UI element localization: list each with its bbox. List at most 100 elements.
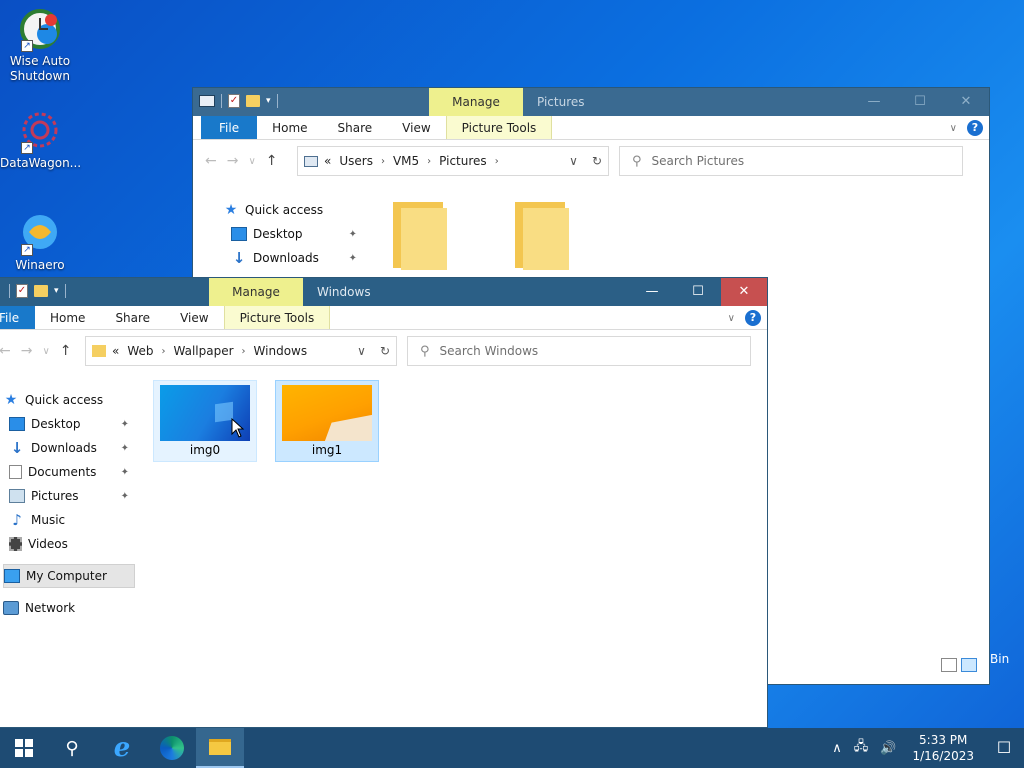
nav-quick-access[interactable]: ★ Quick access — [3, 388, 135, 412]
nav-pictures[interactable]: Pictures ✦ — [3, 484, 135, 508]
properties-icon[interactable] — [199, 95, 215, 107]
checkmark-icon[interactable]: ✓ — [228, 94, 240, 108]
tab-view[interactable]: View — [387, 116, 445, 139]
taskbar-edge[interactable] — [148, 728, 196, 768]
expand-ribbon-chevron-icon[interactable]: ∨ — [950, 123, 957, 134]
recent-locations-button[interactable]: ∨ — [248, 156, 255, 167]
breadcrumb-separator[interactable]: › — [427, 156, 431, 167]
pin-icon[interactable]: ✦ — [121, 419, 129, 430]
tab-share[interactable]: Share — [100, 306, 165, 329]
breadcrumb-overflow[interactable]: « — [112, 344, 119, 358]
maximize-button[interactable]: ☐ — [675, 278, 721, 306]
desktop-icon-wise-auto-shutdown[interactable]: ↗ Wise Auto Shutdown — [0, 6, 80, 84]
minimize-button[interactable]: — — [851, 88, 897, 116]
tab-home[interactable]: Home — [35, 306, 100, 329]
breadcrumb-separator[interactable]: › — [381, 156, 385, 167]
manage-context-tab[interactable]: Manage — [429, 88, 523, 116]
tab-picture-tools[interactable]: Picture Tools — [223, 306, 331, 329]
title-bar[interactable]: ✓ ▾ Manage Windows — ☐ ✕ — [0, 278, 767, 306]
manage-context-tab[interactable]: Manage — [209, 278, 303, 306]
nav-music[interactable]: ♪ Music — [3, 508, 135, 532]
breadcrumb-pictures[interactable]: Pictures — [439, 154, 487, 168]
breadcrumb-overflow[interactable]: « — [324, 154, 331, 168]
desktop-icon-winaero[interactable]: ↗ Winaero — [0, 210, 80, 273]
address-bar[interactable]: « Web › Wallpaper › Windows ∨ ↻ — [85, 336, 397, 366]
back-button[interactable]: ← — [205, 153, 217, 169]
address-bar[interactable]: « Users › VM5 › Pictures › ∨ ↻ — [297, 146, 609, 176]
maximize-button[interactable]: ☐ — [897, 88, 943, 116]
nav-desktop[interactable]: Desktop ✦ — [223, 222, 363, 246]
nav-my-computer[interactable]: My Computer — [3, 564, 135, 588]
film-strip-icon — [9, 537, 22, 551]
breadcrumb-separator[interactable]: › — [242, 346, 246, 357]
clock[interactable]: 5:33 PM 1/16/2023 — [912, 732, 974, 764]
minimize-button[interactable]: — — [629, 278, 675, 306]
up-button[interactable]: ↑ — [266, 153, 278, 169]
pin-icon[interactable]: ✦ — [121, 491, 129, 502]
tab-file[interactable]: File — [201, 116, 258, 139]
desktop-icon-datawagon[interactable]: ↗ DataWagon... — [0, 108, 81, 171]
file-item-img1[interactable]: img1 — [275, 380, 379, 462]
new-folder-icon[interactable] — [246, 95, 260, 107]
details-view-icon[interactable] — [941, 658, 957, 672]
nav-documents[interactable]: Documents ✦ — [3, 460, 135, 484]
title-bar[interactable]: ✓ ▾ Manage Pictures — ☐ ✕ — [193, 88, 989, 116]
nav-videos[interactable]: Videos — [3, 532, 135, 556]
tab-picture-tools[interactable]: Picture Tools — [445, 116, 553, 139]
search-box[interactable]: ⚲ Search Windows — [407, 336, 751, 366]
folder-icon[interactable] — [393, 202, 449, 272]
search-button[interactable]: ⚲ — [48, 728, 96, 768]
address-dropdown-icon[interactable]: ∨ — [357, 344, 366, 358]
address-dropdown-icon[interactable]: ∨ — [569, 154, 578, 168]
back-button[interactable]: ← — [0, 343, 11, 359]
help-icon[interactable]: ? — [745, 310, 761, 326]
start-button[interactable] — [0, 728, 48, 768]
breadcrumb-wallpaper[interactable]: Wallpaper — [174, 344, 234, 358]
explorer-window-windows[interactable]: ✓ ▾ Manage Windows — ☐ ✕ File Home Share… — [0, 277, 768, 728]
breadcrumb-separator[interactable]: › — [495, 156, 499, 167]
refresh-icon[interactable]: ↻ — [380, 344, 390, 358]
large-icons-view-icon[interactable] — [961, 658, 977, 672]
chevron-down-icon[interactable]: ▾ — [54, 286, 59, 296]
breadcrumb-separator[interactable]: › — [162, 346, 166, 357]
chevron-down-icon[interactable]: ▾ — [266, 96, 271, 106]
pin-icon[interactable]: ✦ — [349, 229, 357, 240]
nav-network[interactable]: Network — [3, 596, 135, 620]
volume-icon[interactable]: 🔊 — [880, 741, 896, 756]
tab-view[interactable]: View — [165, 306, 223, 329]
new-folder-icon[interactable] — [34, 285, 48, 297]
search-box[interactable]: ⚲ Search Pictures — [619, 146, 963, 176]
breadcrumb-windows[interactable]: Windows — [254, 344, 308, 358]
search-input[interactable]: Search Pictures — [652, 154, 745, 168]
tab-share[interactable]: Share — [323, 116, 388, 139]
taskbar-internet-explorer[interactable]: e — [98, 728, 146, 768]
up-button[interactable]: ↑ — [60, 343, 72, 359]
pin-icon[interactable]: ✦ — [349, 253, 357, 264]
checkmark-icon[interactable]: ✓ — [16, 284, 28, 298]
expand-ribbon-chevron-icon[interactable]: ∨ — [728, 313, 735, 324]
recent-locations-button[interactable]: ∨ — [42, 346, 49, 357]
breadcrumb-users[interactable]: Users — [339, 154, 373, 168]
breadcrumb-web[interactable]: Web — [127, 344, 153, 358]
folder-icon[interactable] — [515, 202, 571, 272]
taskbar-file-explorer[interactable] — [196, 728, 244, 768]
close-button[interactable]: ✕ — [943, 88, 989, 116]
nav-desktop[interactable]: Desktop ✦ — [3, 412, 135, 436]
show-hidden-icons-chevron-icon[interactable]: ∧ — [832, 741, 842, 756]
forward-button[interactable]: → — [227, 153, 239, 169]
tab-file[interactable]: File — [0, 306, 35, 329]
help-icon[interactable]: ? — [967, 120, 983, 136]
pin-icon[interactable]: ✦ — [121, 443, 129, 454]
search-input[interactable]: Search Windows — [440, 344, 539, 358]
action-center-icon[interactable]: ☐ — [984, 728, 1024, 768]
breadcrumb-vm5[interactable]: VM5 — [393, 154, 419, 168]
nav-downloads[interactable]: ↓ Downloads ✦ — [223, 246, 363, 270]
network-icon[interactable]: 🖧 — [854, 737, 869, 759]
nav-quick-access[interactable]: ★ Quick access — [223, 198, 363, 222]
forward-button[interactable]: → — [21, 343, 33, 359]
nav-downloads[interactable]: ↓ Downloads ✦ — [3, 436, 135, 460]
tab-home[interactable]: Home — [257, 116, 322, 139]
pin-icon[interactable]: ✦ — [121, 467, 129, 478]
close-button[interactable]: ✕ — [721, 278, 767, 306]
refresh-icon[interactable]: ↻ — [592, 154, 602, 168]
